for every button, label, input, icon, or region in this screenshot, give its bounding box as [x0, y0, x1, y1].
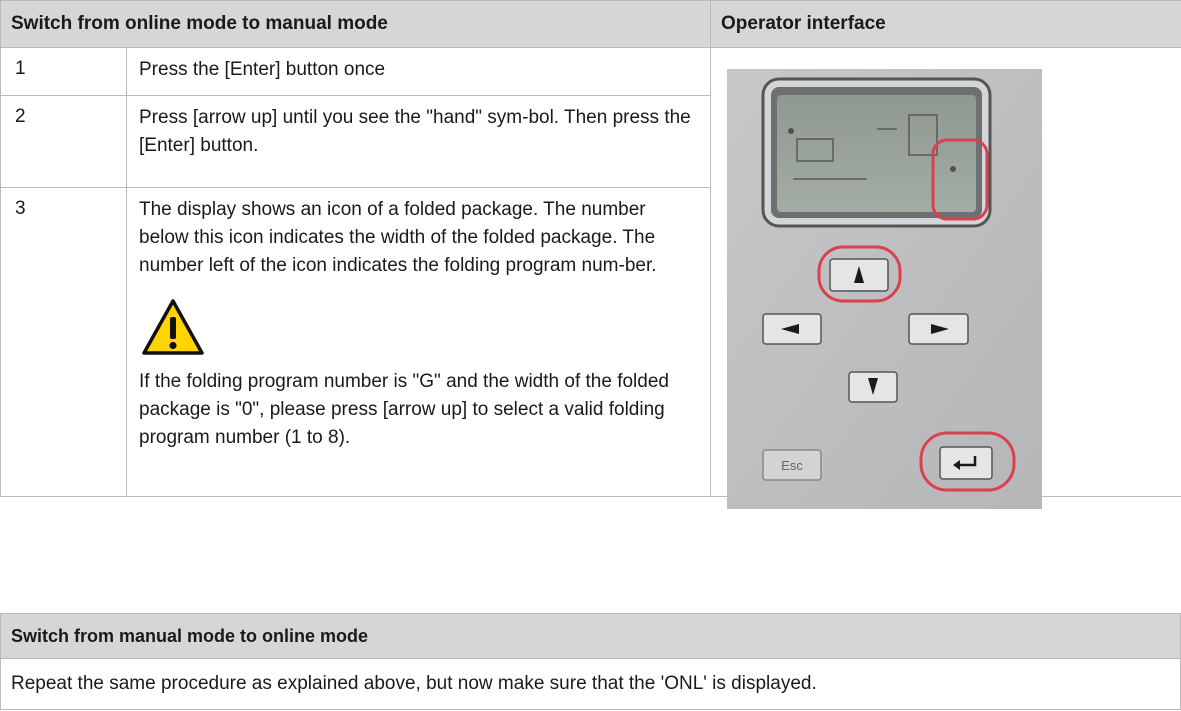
header-operator-interface: Operator interface [710, 0, 1181, 48]
step-number-2: 2 [0, 95, 127, 188]
manual-to-online-instruction: Repeat the same procedure as explained a… [0, 658, 1181, 710]
warning-icon [141, 298, 698, 355]
arrow-down-button[interactable] [848, 371, 898, 403]
arrow-left-button[interactable] [762, 313, 822, 345]
operator-panel-photo: Esc [727, 69, 1042, 509]
step-3-instruction: The display shows an icon of a folded pa… [139, 199, 657, 276]
header-manual-to-online: Switch from manual mode to online mode [0, 613, 1181, 659]
esc-label: Esc [781, 458, 803, 473]
step-2-instruction: Press [arrow up] until you see the "hand… [139, 107, 691, 156]
step-number-1: 1 [0, 47, 127, 96]
step-number-3: 3 [0, 187, 127, 497]
lcd-display [777, 95, 976, 212]
step-1-instruction: Press the [Enter] button once [139, 59, 386, 80]
step-text-1: Press the [Enter] button once [126, 47, 711, 96]
arrow-up-button[interactable] [829, 258, 889, 292]
warning-text: If the folding program number is "G" and… [139, 371, 669, 448]
header-online-to-manual: Switch from online mode to manual mode [0, 0, 711, 48]
enter-button[interactable] [939, 446, 993, 480]
step-text-3: The display shows an icon of a folded pa… [126, 187, 711, 497]
arrow-right-button[interactable] [908, 313, 969, 345]
esc-button[interactable]: Esc [762, 449, 822, 481]
step-text-2: Press [arrow up] until you see the "hand… [126, 95, 711, 188]
procedure-table-manual-to-online: Switch from manual mode to online mode R… [0, 613, 1181, 710]
